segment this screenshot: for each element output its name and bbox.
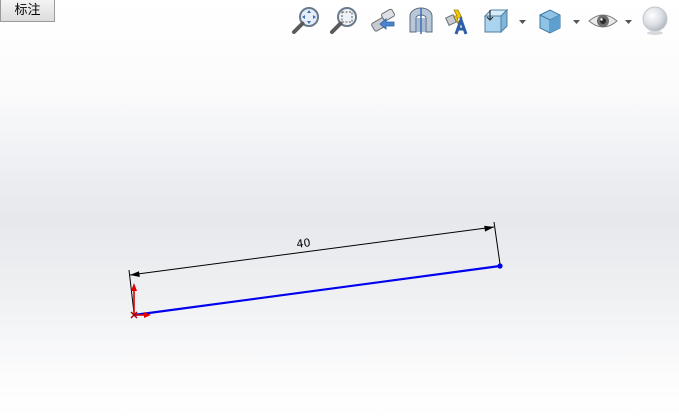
extension-line-right bbox=[493, 221, 501, 265]
dimension-40[interactable] bbox=[129, 225, 495, 277]
sketch-line[interactable] bbox=[133, 264, 501, 317]
sketch-canvas[interactable]: 40 bbox=[0, 0, 679, 418]
dimension-value[interactable]: 40 bbox=[296, 236, 312, 251]
line-endpoint[interactable] bbox=[497, 263, 503, 269]
